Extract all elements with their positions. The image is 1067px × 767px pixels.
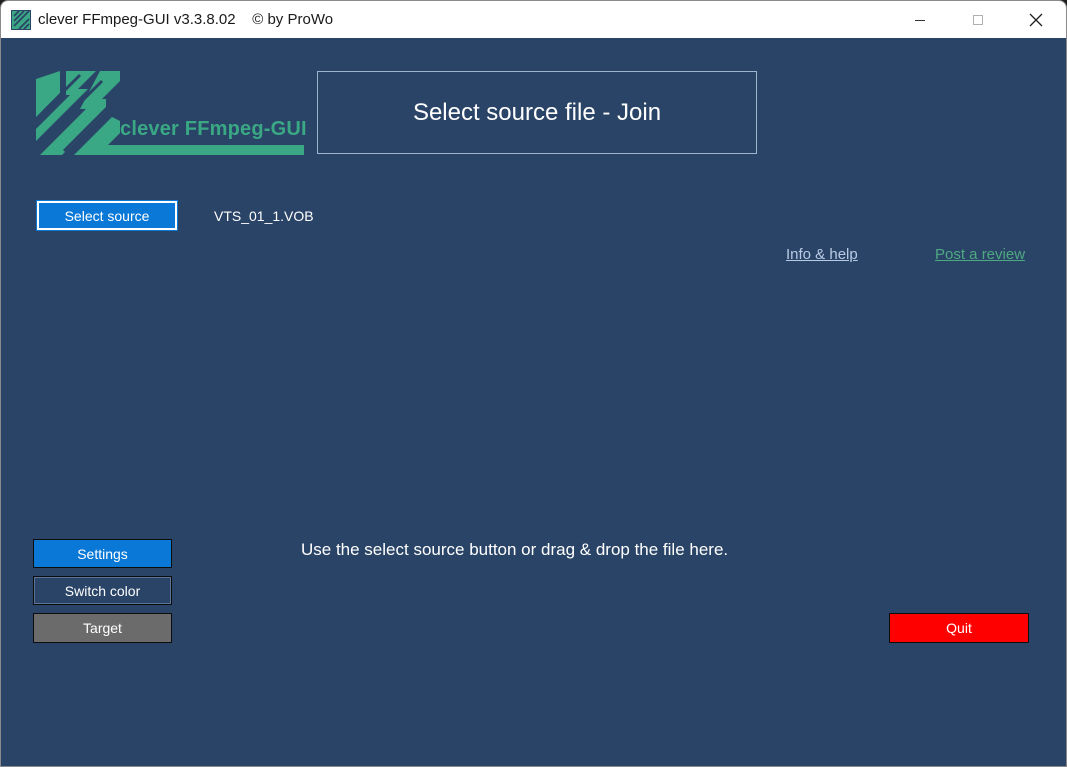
close-button[interactable]	[1007, 1, 1065, 38]
title-bar[interactable]: clever FFmpeg-GUI v3.3.8.02 © by ProWo	[1, 1, 1066, 38]
switch-color-button[interactable]: Switch color	[33, 576, 172, 605]
main-panel[interactable]: clever FFmpeg-GUI Select source file - J…	[1, 38, 1066, 766]
maximize-icon	[973, 14, 983, 25]
post-review-link[interactable]: Post a review	[935, 246, 1025, 263]
target-button[interactable]: Target	[33, 613, 172, 643]
page-headline: Select source file - Join	[317, 71, 757, 154]
info-help-link[interactable]: Info & help	[786, 246, 858, 263]
app-window: clever FFmpeg-GUI v3.3.8.02 © by ProWo c…	[0, 0, 1067, 767]
app-logo	[36, 71, 304, 155]
minimize-icon	[915, 19, 925, 21]
minimize-button[interactable]	[891, 1, 949, 38]
source-filename: VTS_01_1.VOB	[214, 208, 314, 224]
maximize-button[interactable]	[949, 1, 1007, 38]
app-logo-icon	[11, 10, 31, 30]
quit-button[interactable]: Quit	[889, 613, 1029, 643]
select-source-button[interactable]: Select source	[36, 200, 178, 231]
logo-text: clever FFmpeg-GUI	[120, 118, 307, 140]
settings-button[interactable]: Settings	[33, 539, 172, 568]
close-icon	[1029, 13, 1043, 26]
window-title: clever FFmpeg-GUI v3.3.8.02 © by ProWo	[38, 11, 334, 28]
drop-zone-hint: Use the select source button or drag & d…	[301, 540, 729, 559]
